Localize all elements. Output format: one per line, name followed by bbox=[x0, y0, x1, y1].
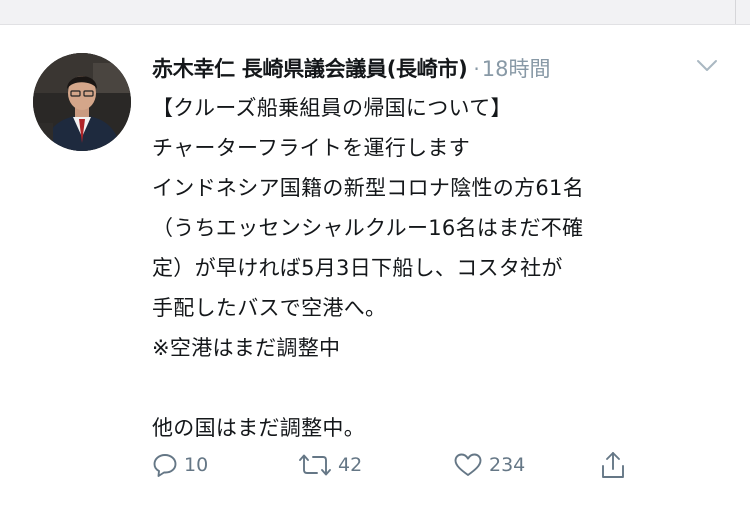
reply-icon bbox=[153, 454, 177, 477]
previous-tweet-edge bbox=[0, 0, 750, 25]
tweet-text-line: チャーターフライトを運行します bbox=[152, 136, 471, 160]
tweet-text-line: 【クルーズ船乗組員の帰国について】 bbox=[152, 96, 512, 120]
tweet[interactable]: 赤木幸仁 長崎県議会議員(長崎市) · 18時間 【クルーズ船乗組員の帰国につい… bbox=[0, 25, 750, 518]
retweet-count: 42 bbox=[338, 454, 363, 476]
avatar[interactable] bbox=[33, 53, 131, 151]
reply-button[interactable]: 10 bbox=[152, 448, 208, 482]
separator-dot: · bbox=[473, 57, 480, 81]
tweet-header: 赤木幸仁 長崎県議会議員(長崎市) · 18時間 bbox=[152, 53, 732, 87]
action-bar: 10 42 234 bbox=[152, 448, 652, 482]
tweet-text-line: （うちエッセンシャルクルー16名はまだ不確 bbox=[152, 216, 584, 240]
retweet-icon bbox=[299, 454, 331, 476]
heart-icon bbox=[454, 453, 482, 476]
tweet-text-line: 他の国はまだ調整中。 bbox=[152, 416, 365, 440]
avatar-photo-icon bbox=[33, 53, 131, 151]
retweet-button[interactable]: 42 bbox=[298, 448, 362, 482]
tweet-text-line: 定）が早ければ5月3日下船し、コスタ社が bbox=[152, 256, 563, 280]
like-count: 234 bbox=[489, 454, 526, 476]
share-button[interactable] bbox=[600, 448, 626, 482]
tweet-text-line: 手配したバスで空港へ。 bbox=[152, 296, 387, 320]
timestamp[interactable]: 18時間 bbox=[482, 53, 551, 83]
reply-count: 10 bbox=[184, 454, 209, 476]
scrollbar-edge bbox=[735, 0, 750, 24]
chevron-down-icon[interactable] bbox=[694, 55, 720, 75]
tweet-text: 【クルーズ船乗組員の帰国について】 チャーターフライトを運行します インドネシア… bbox=[152, 88, 732, 448]
tweet-text-line: インドネシア国籍の新型コロナ陰性の方61名 bbox=[152, 176, 585, 200]
tweet-text-blank-line bbox=[152, 368, 732, 408]
tweet-text-line: ※空港はまだ調整中 bbox=[152, 336, 341, 360]
share-icon bbox=[602, 452, 624, 478]
author-name[interactable]: 赤木幸仁 長崎県議会議員(長崎市) bbox=[152, 53, 468, 83]
like-button[interactable]: 234 bbox=[453, 448, 525, 482]
